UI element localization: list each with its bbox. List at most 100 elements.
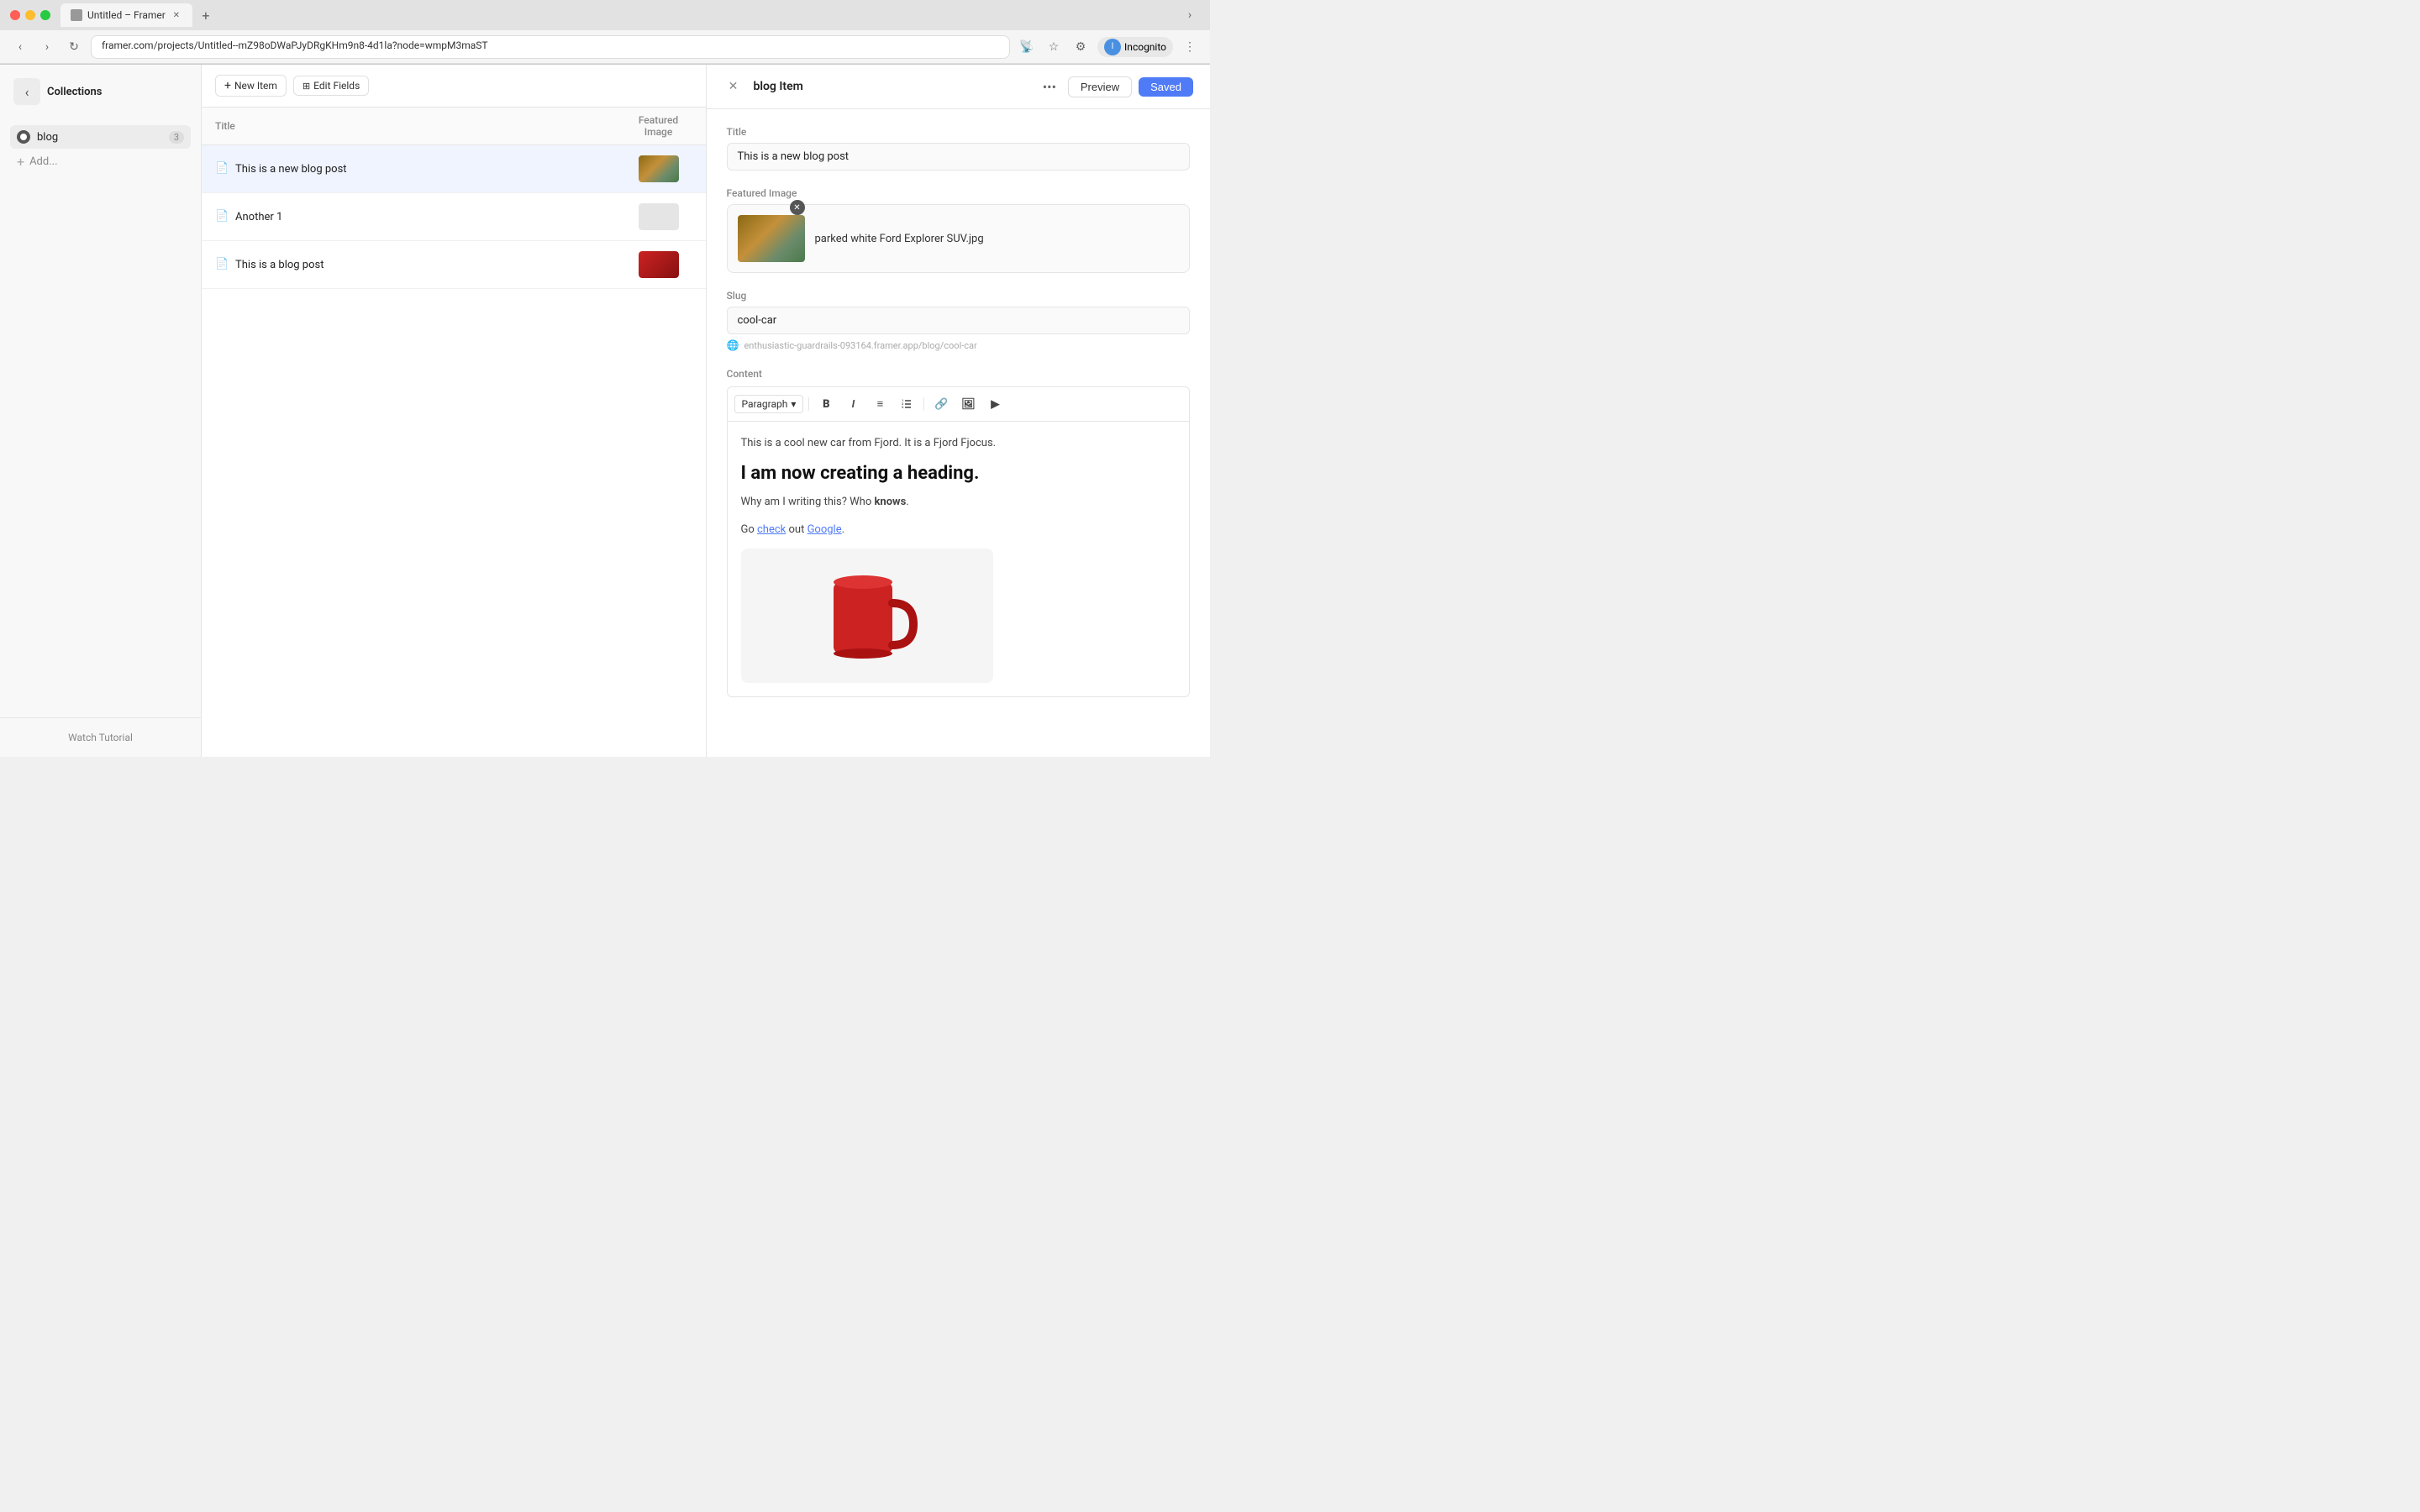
detail-content: Title This is a new blog post Featured I…: [707, 109, 1211, 757]
ordered-list-btn[interactable]: 1 2 3: [895, 392, 918, 416]
para2-bold: knows: [874, 496, 906, 508]
forward-nav-btn[interactable]: ›: [37, 37, 57, 57]
slug-input[interactable]: cool-car: [727, 307, 1191, 334]
heading-text: I am now creating a heading.: [741, 463, 980, 484]
window-more-btn[interactable]: ›: [1180, 5, 1200, 25]
table-header: Title Featured Image: [202, 108, 706, 145]
tab-close-btn[interactable]: ✕: [171, 9, 182, 21]
sidebar-footer: Watch Tutorial: [0, 717, 201, 757]
svg-text:3: 3: [902, 405, 904, 409]
para3-link1[interactable]: check: [757, 523, 786, 536]
more-options-btn[interactable]: •••: [1038, 75, 1061, 98]
toolbar-separator: [808, 397, 809, 411]
new-item-label: New Item: [234, 80, 277, 92]
remove-image-btn[interactable]: ✕: [790, 200, 805, 215]
link-btn[interactable]: 🔗: [929, 392, 953, 416]
extension-icon[interactable]: ⚙: [1071, 37, 1091, 57]
collection-icon-inner: [20, 134, 27, 140]
featured-image-label: Featured Image: [727, 187, 1191, 199]
url-bar[interactable]: framer.com/projects/Untitled--mZ98oDWaPJ…: [91, 35, 1010, 59]
car-thumbnail: [639, 155, 679, 182]
thumb-mug: [639, 251, 679, 278]
featured-image-field-group: Featured Image ✕ parked white Ford Explo…: [727, 187, 1191, 273]
edit-fields-label: Edit Fields: [313, 80, 360, 92]
table-row[interactable]: 📄 This is a new blog post: [202, 145, 706, 193]
editor-para-1: This is a cool new car from Fjord. It is…: [741, 435, 1176, 453]
maximize-window-btn[interactable]: [40, 10, 50, 20]
collection-list: + New Item ⊞ Edit Fields Title Featured …: [202, 65, 707, 757]
table-row[interactable]: 📄 Another 1: [202, 193, 706, 241]
para3-link2[interactable]: Google: [808, 523, 842, 536]
thumb-car: [639, 155, 679, 182]
minimize-window-btn[interactable]: [25, 10, 35, 20]
profile-label: Incognito: [1124, 41, 1166, 53]
editor-body[interactable]: This is a cool new car from Fjord. It is…: [727, 422, 1191, 697]
new-tab-btn[interactable]: +: [196, 5, 216, 25]
collection-name: blog: [37, 131, 162, 144]
title-bar: Untitled – Framer ✕ + ›: [0, 0, 1210, 30]
bookmark-icon[interactable]: ☆: [1044, 37, 1064, 57]
sidebar: ‹ Collections blog 3 + Add... Watch Tuto…: [0, 65, 202, 757]
preview-btn[interactable]: Preview: [1068, 76, 1132, 97]
collection-count: 3: [169, 131, 184, 144]
detail-panel: ✕ blog Item ••• Preview Saved Title This…: [707, 65, 1211, 757]
add-label: Add...: [29, 155, 57, 168]
bullet-list-btn[interactable]: ≡: [868, 392, 892, 416]
bold-btn[interactable]: B: [814, 392, 838, 416]
title-input[interactable]: This is a new blog post: [727, 143, 1191, 171]
title-label: Title: [727, 126, 1191, 138]
video-btn[interactable]: ▶: [983, 392, 1007, 416]
row-doc-icon: 📄: [215, 210, 229, 223]
add-collection-btn[interactable]: + Add...: [10, 149, 191, 175]
row-title: This is a new blog post: [235, 163, 625, 176]
col-title-header: Title: [215, 120, 625, 132]
row-title: Another 1: [235, 211, 625, 223]
add-icon: +: [17, 154, 24, 170]
format-dropdown[interactable]: Paragraph ▾: [734, 395, 804, 413]
editor-para-3: Go check out Google.: [741, 522, 1176, 539]
title-field-group: Title This is a new blog post: [727, 126, 1191, 171]
col-image-header: Featured Image: [625, 114, 692, 138]
active-tab[interactable]: Untitled – Framer ✕: [60, 3, 192, 27]
slug-label: Slug: [727, 290, 1191, 302]
format-label: Paragraph: [742, 398, 788, 410]
sidebar-item-blog[interactable]: blog 3: [10, 125, 191, 149]
car-image-preview: [738, 215, 805, 262]
toolbar-separator-2: [923, 397, 924, 411]
plus-icon: +: [224, 79, 231, 92]
mug-image: [741, 549, 993, 683]
italic-btn[interactable]: I: [841, 392, 865, 416]
profile-btn[interactable]: I Incognito: [1097, 37, 1173, 57]
close-panel-btn[interactable]: ✕: [723, 76, 744, 97]
detail-header: ✕ blog Item ••• Preview Saved: [707, 65, 1211, 109]
thumb-empty: [639, 203, 679, 230]
close-window-btn[interactable]: [10, 10, 20, 20]
image-btn[interactable]: 🖼: [956, 392, 980, 416]
browser-actions: 📡 ☆ ⚙ I Incognito ⋮: [1017, 37, 1200, 57]
edit-fields-btn[interactable]: ⊞ Edit Fields: [293, 76, 369, 96]
image-filename: parked white Ford Explorer SUV.jpg: [815, 233, 984, 245]
editor-para-2: Why am I writing this? Who knows.: [741, 494, 1176, 512]
new-item-btn[interactable]: + New Item: [215, 75, 287, 97]
content-field-group: Content Paragraph ▾ B I ≡: [727, 368, 1191, 697]
saved-btn[interactable]: Saved: [1139, 77, 1193, 97]
browser-chrome: Untitled – Framer ✕ + › ‹ › ↻ framer.com…: [0, 0, 1210, 65]
watch-tutorial-btn[interactable]: Watch Tutorial: [13, 732, 187, 743]
refresh-btn[interactable]: ↻: [64, 37, 84, 57]
app: ‹ Collections blog 3 + Add... Watch Tuto…: [0, 65, 1210, 757]
collection-icon: [17, 130, 30, 144]
table-row[interactable]: 📄 This is a blog post: [202, 241, 706, 289]
back-btn[interactable]: ‹: [13, 78, 40, 105]
cast-icon[interactable]: 📡: [1017, 37, 1037, 57]
editor-heading: I am now creating a heading.: [741, 463, 1176, 484]
editor-toolbar: Paragraph ▾ B I ≡ 1 2 3: [727, 386, 1191, 422]
sidebar-header: ‹ Collections: [0, 65, 201, 118]
back-nav-btn[interactable]: ‹: [10, 37, 30, 57]
row-title: This is a blog post: [235, 259, 625, 271]
image-field: ✕ parked white Ford Explorer SUV.jpg: [727, 204, 1191, 273]
tab-title: Untitled – Framer: [87, 9, 166, 21]
row-doc-icon: 📄: [215, 162, 229, 176]
para1-text: This is a cool new car from Fjord. It is…: [741, 437, 997, 449]
mug-svg: [817, 557, 918, 675]
browser-menu-btn[interactable]: ⋮: [1180, 37, 1200, 57]
